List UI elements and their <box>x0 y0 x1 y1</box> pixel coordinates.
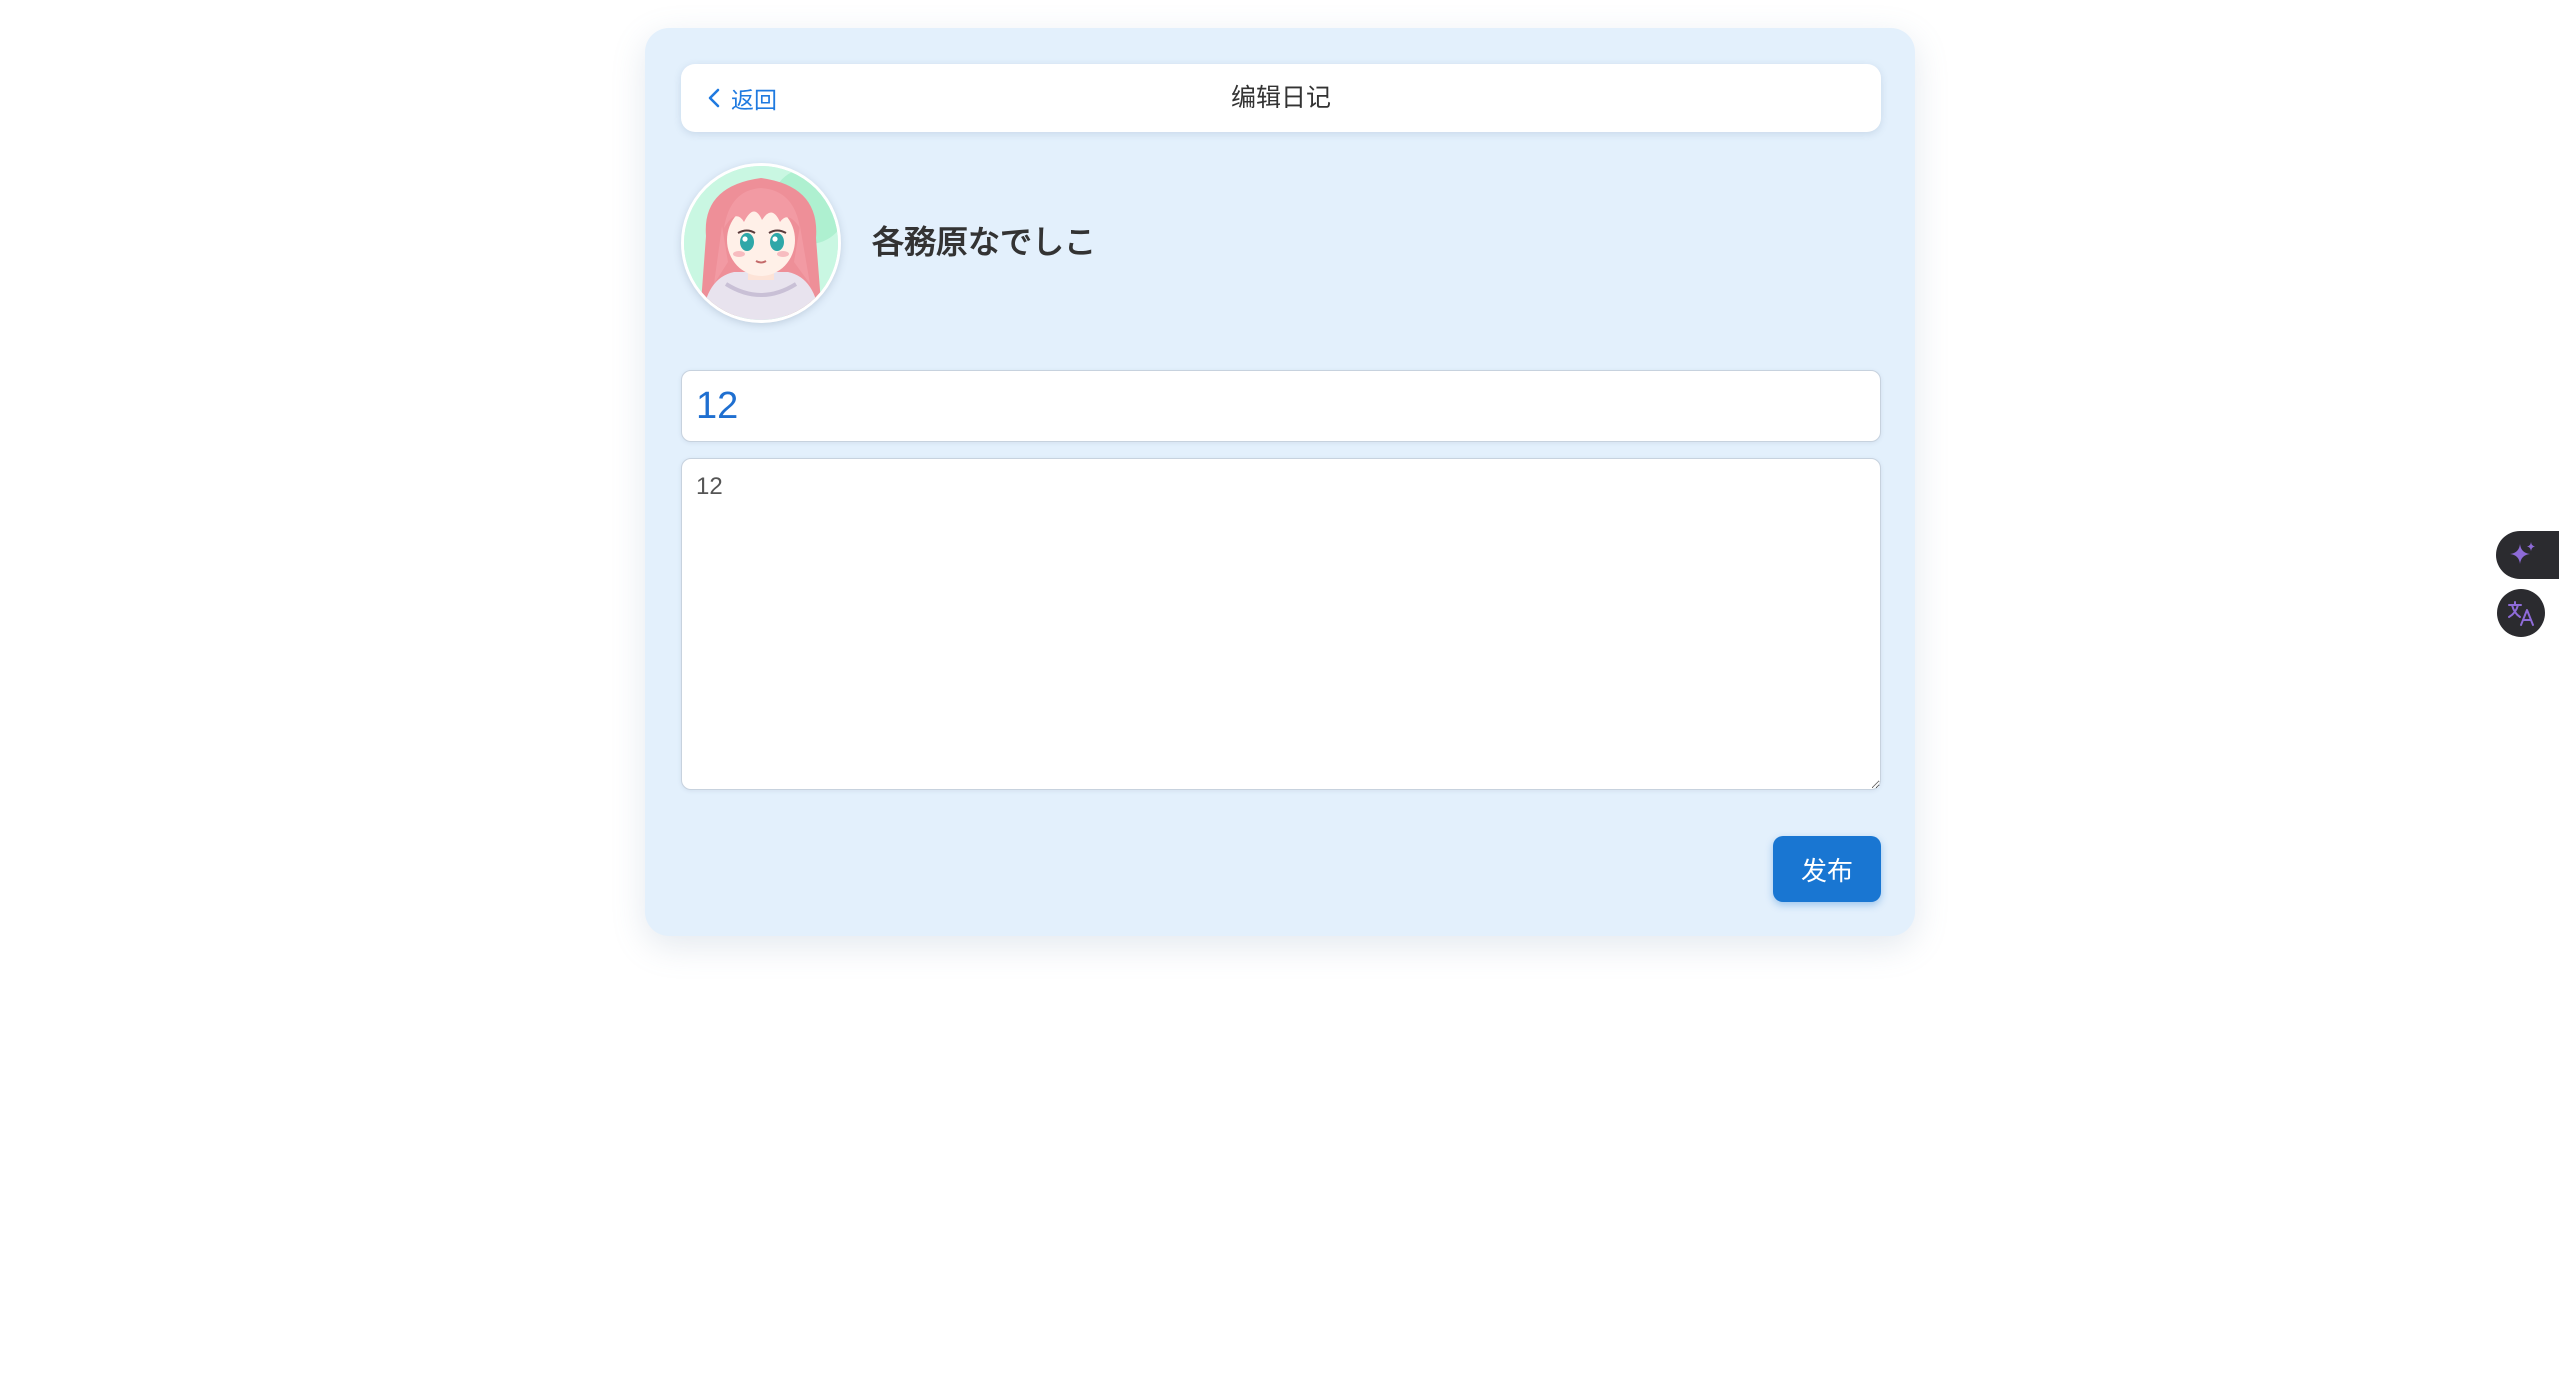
diary-title-input[interactable] <box>681 370 1881 442</box>
diary-content-textarea[interactable]: 12 <box>681 458 1881 790</box>
translate-icon <box>2508 601 2534 626</box>
anime-girl-avatar-image <box>684 166 838 320</box>
username: 各務原なでしこ <box>872 224 1097 260</box>
diary-edit-card: 返回 编辑日记 各務原なでしこ 12 12 发布 <box>645 28 1915 936</box>
publish-button[interactable]: 发布 <box>1773 836 1881 902</box>
translate-button[interactable] <box>2497 589 2545 637</box>
chevron-left-icon <box>708 88 720 108</box>
back-label: 返回 <box>731 87 777 113</box>
back-button[interactable]: 返回 <box>707 64 777 132</box>
page-title: 编辑日记 <box>1230 84 1331 112</box>
sparkle-icon <box>2510 542 2535 564</box>
top-bar: 返回 编辑日记 <box>681 64 1881 132</box>
avatar <box>681 163 841 323</box>
ai-assistant-button[interactable] <box>2496 531 2559 579</box>
